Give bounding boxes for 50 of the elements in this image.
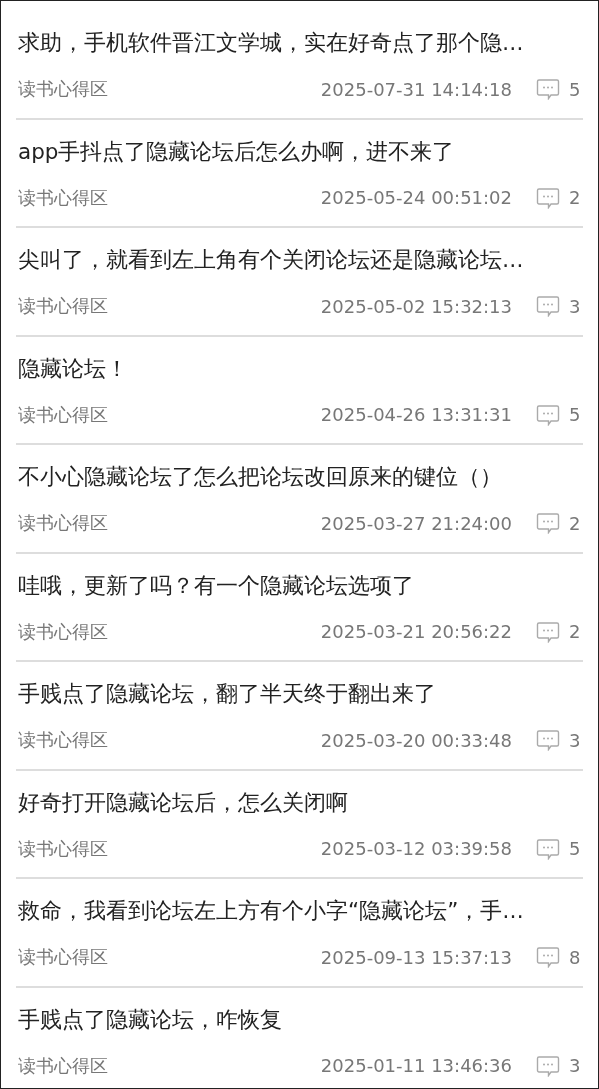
comment-icon bbox=[536, 1054, 560, 1077]
comment-icon bbox=[536, 729, 560, 751]
post-time: 2025-03-27 21:24:00 bbox=[320, 512, 512, 534]
post-time: 2025-09-13 15:37:13 bbox=[320, 946, 512, 968]
post-title[interactable]: 哇哦，更新了吗？有一个隐藏论坛选项了 bbox=[18, 570, 414, 601]
board-name: 读书心得区 bbox=[18, 945, 108, 969]
reply-count: 2 bbox=[569, 512, 581, 534]
post-title[interactable]: 救命，我看到论坛左上方有个小字“隐藏论坛”，手… bbox=[18, 896, 524, 926]
comment-icon bbox=[536, 295, 560, 317]
post-time: 2025-05-24 00:51:02 bbox=[320, 187, 512, 208]
comment-icon bbox=[536, 186, 560, 209]
comment-icon bbox=[536, 837, 560, 860]
comment-icon bbox=[536, 78, 560, 100]
board-name: 读书心得区 bbox=[18, 402, 108, 427]
post-title[interactable]: app手抖点了隐藏论坛后怎么办啊，进不来了 bbox=[18, 136, 455, 167]
post-title[interactable]: 好奇打开隐藏论坛后，怎么关闭啊 bbox=[18, 787, 348, 818]
post-title[interactable]: 手贱点了隐藏论坛，咋恢复 bbox=[18, 1004, 282, 1035]
board-name: 读书心得区 bbox=[18, 294, 108, 318]
reply-count: 3 bbox=[569, 1055, 581, 1076]
post-title[interactable]: 尖叫了，就看到左上角有个关闭论坛还是隐藏论坛… bbox=[18, 245, 524, 275]
reply-count: 2 bbox=[569, 187, 581, 208]
post-time: 2025-01-11 13:46:36 bbox=[320, 1055, 512, 1076]
reply-count: 8 bbox=[569, 946, 581, 968]
post-title[interactable]: 隐藏论坛！ bbox=[18, 353, 128, 384]
reply-count: 2 bbox=[569, 621, 581, 642]
board-name: 读书心得区 bbox=[18, 1053, 108, 1078]
reply-count: 5 bbox=[569, 404, 581, 425]
comment-icon bbox=[536, 620, 560, 643]
board-name: 读书心得区 bbox=[18, 619, 108, 644]
board-name: 读书心得区 bbox=[18, 836, 108, 861]
comment-icon bbox=[536, 512, 560, 534]
post-time: 2025-03-21 20:56:22 bbox=[320, 621, 512, 642]
post-time: 2025-03-20 00:33:48 bbox=[320, 729, 512, 751]
reply-count: 3 bbox=[569, 295, 581, 317]
post-time: 2025-04-26 13:31:31 bbox=[320, 404, 512, 425]
post-time: 2025-05-02 15:32:13 bbox=[320, 295, 512, 317]
post-time: 2025-03-12 03:39:58 bbox=[320, 838, 512, 859]
board-name: 读书心得区 bbox=[18, 77, 108, 101]
post-title[interactable]: 求助，手机软件晋江文学城，实在好奇点了那个隐… bbox=[18, 28, 524, 58]
board-name: 读书心得区 bbox=[18, 185, 108, 210]
post-title[interactable]: 不小心隐藏论坛了怎么把论坛改回原来的键位（） bbox=[18, 462, 502, 492]
reply-count: 5 bbox=[569, 78, 581, 100]
post-title[interactable]: 手贱点了隐藏论坛，翻了半天终于翻出来了 bbox=[18, 679, 436, 709]
comment-icon bbox=[536, 946, 560, 968]
reply-count: 3 bbox=[569, 729, 581, 751]
board-name: 读书心得区 bbox=[18, 728, 108, 752]
reply-count: 5 bbox=[569, 838, 581, 859]
comment-icon bbox=[536, 403, 560, 426]
board-name: 读书心得区 bbox=[18, 511, 108, 535]
post-time: 2025-07-31 14:14:18 bbox=[320, 78, 512, 100]
